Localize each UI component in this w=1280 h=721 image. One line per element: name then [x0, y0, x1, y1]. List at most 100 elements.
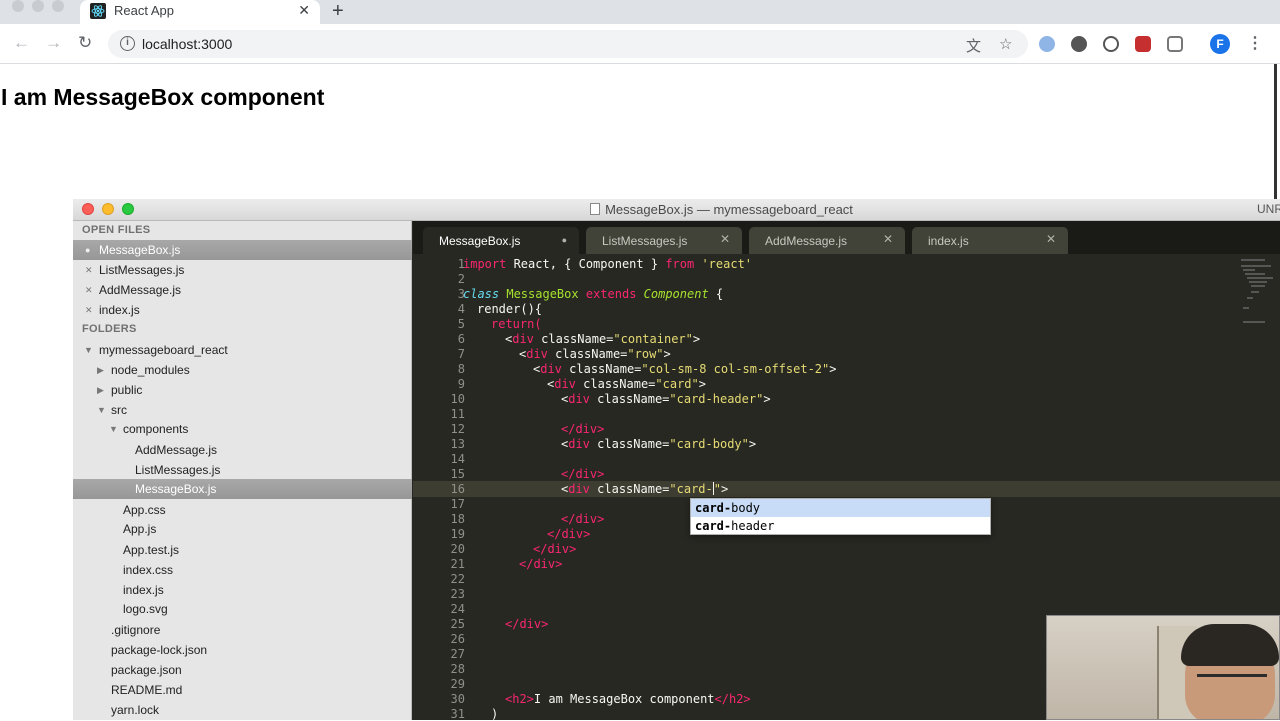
file-item[interactable]: AddMessage.js	[73, 440, 412, 460]
address-bar[interactable]: i localhost:3000 文 ☆	[108, 30, 1028, 58]
code-line-6[interactable]: <div className="container">	[505, 332, 700, 346]
reload-icon[interactable]: ↻	[78, 33, 92, 53]
code-line-9[interactable]: <div className="card">	[547, 377, 706, 391]
code-line-30[interactable]: <h2>I am MessageBox component</h2>	[505, 692, 751, 706]
code-line-8[interactable]: <div className="col-sm-8 col-sm-offset-2…	[533, 362, 836, 376]
file-item-selected[interactable]: MessageBox.js	[73, 479, 412, 499]
webcam-overlay	[1046, 615, 1280, 720]
file-item[interactable]: README.md	[73, 680, 412, 700]
file-item[interactable]: logo.svg	[73, 599, 412, 619]
editor-tab-addmessage[interactable]: AddMessage.js ✕	[749, 227, 905, 254]
translate-icon[interactable]: 文	[966, 35, 981, 56]
tab-close-icon[interactable]: ✕	[720, 232, 730, 246]
code-line-19[interactable]: </div>	[547, 527, 590, 541]
extension-icon[interactable]	[1167, 36, 1183, 52]
browser-tab[interactable]: React App ✕	[80, 0, 320, 24]
bookmark-star-icon[interactable]: ☆	[999, 35, 1012, 53]
autocomplete-item[interactable]: card-header	[691, 517, 990, 535]
code-line-12[interactable]: </div>	[561, 422, 604, 436]
folder-collapsed-icon[interactable]: ▶	[97, 360, 104, 380]
editor-window-title: MessageBox.js — mymessageboard_react	[73, 202, 1280, 217]
folder-item[interactable]: ▼ src	[73, 400, 412, 420]
code-line-10[interactable]: <div className="card-header">	[561, 392, 771, 406]
folder-item[interactable]: ▶ public	[73, 380, 412, 400]
tab-close-icon[interactable]: ✕	[883, 232, 893, 246]
window-close-dot[interactable]	[12, 0, 24, 12]
tab-close-icon[interactable]: ✕	[298, 2, 310, 19]
window-minimize-dot[interactable]	[32, 0, 44, 12]
extension-icon[interactable]	[1039, 36, 1055, 52]
folder-expanded-icon[interactable]: ▼	[109, 419, 118, 439]
modified-dot-icon[interactable]: ●	[562, 235, 567, 245]
close-file-icon[interactable]: ✕	[85, 300, 93, 320]
forward-icon[interactable]: →	[45, 33, 62, 53]
new-tab-button[interactable]: +	[332, 0, 344, 23]
code-line-31[interactable]: )	[491, 707, 498, 721]
close-file-icon[interactable]: ✕	[85, 260, 93, 280]
editor-titlebar[interactable]: MessageBox.js — mymessageboard_react UNR	[73, 199, 1280, 221]
close-file-icon[interactable]: ✕	[85, 280, 93, 300]
file-item[interactable]: package-lock.json	[73, 640, 412, 660]
url-text[interactable]: localhost:3000	[142, 36, 232, 52]
tab-close-icon[interactable]: ✕	[1046, 232, 1056, 246]
file-item[interactable]: App.css	[73, 500, 412, 520]
open-file-item[interactable]: ● MessageBox.js	[73, 240, 412, 260]
file-item[interactable]: index.js	[73, 580, 412, 600]
code-line-16[interactable]: <div className="card-">	[561, 482, 728, 496]
file-item[interactable]: App.js	[73, 519, 412, 539]
folder-expanded-icon[interactable]: ▼	[84, 340, 93, 360]
code-line-15[interactable]: </div>	[561, 467, 604, 481]
extension-icon[interactable]	[1135, 36, 1151, 52]
folder-item[interactable]: ▼ components	[73, 419, 412, 439]
webcam-person-glasses	[1197, 674, 1267, 686]
editor-tab-bar: MessageBox.js ● ListMessages.js ✕ AddMes…	[413, 221, 1280, 254]
code-line-7[interactable]: <div className="row">	[519, 347, 671, 361]
extension-icon[interactable]	[1071, 36, 1087, 52]
folder-expanded-icon[interactable]: ▼	[97, 400, 106, 420]
code-line-18[interactable]: </div>	[561, 512, 604, 526]
react-logo-icon	[90, 3, 106, 19]
open-file-item[interactable]: ✕ index.js	[73, 300, 412, 320]
editor-tab-messagebox[interactable]: MessageBox.js ●	[423, 227, 579, 254]
back-icon[interactable]: ←	[13, 33, 30, 53]
code-line-5[interactable]: return(	[491, 317, 542, 331]
minimap[interactable]	[1233, 257, 1280, 327]
file-item[interactable]: ListMessages.js	[73, 460, 412, 480]
current-line-highlight	[413, 481, 1280, 497]
code-line-20[interactable]: </div>	[533, 542, 576, 556]
code-line-4[interactable]: render(){	[477, 302, 542, 316]
extension-icon[interactable]	[1103, 36, 1119, 52]
browser-menu-icon[interactable]: ⋮	[1247, 33, 1263, 53]
folder-collapsed-icon[interactable]: ▶	[97, 380, 104, 400]
open-file-item[interactable]: ✕ ListMessages.js	[73, 260, 412, 280]
file-item[interactable]: yarn.lock	[73, 700, 412, 720]
webcam-person-hair	[1181, 624, 1279, 666]
page-heading: I am MessageBox component	[1, 84, 325, 110]
browser-tab-strip: React App ✕ +	[0, 0, 1280, 24]
file-item[interactable]: index.css	[73, 560, 412, 580]
code-line-13[interactable]: <div className="card-body">	[561, 437, 756, 451]
browser-toolbar: ← → ↻ i localhost:3000 文 ☆ F ⋮	[0, 24, 1280, 64]
folders-header: FOLDERS	[82, 323, 137, 335]
profile-avatar[interactable]: F	[1210, 34, 1230, 54]
file-item[interactable]: package.json	[73, 660, 412, 680]
folder-item-root[interactable]: ▼ mymessageboard_react	[73, 340, 412, 360]
modified-dot-icon[interactable]: ●	[85, 240, 90, 260]
tab-title: React App	[114, 3, 174, 18]
site-info-icon[interactable]: i	[120, 36, 135, 51]
code-line-21[interactable]: </div>	[519, 557, 562, 571]
editor-sidebar: OPEN FILES ● MessageBox.js ✕ ListMessage…	[73, 221, 412, 720]
file-item[interactable]: .gitignore	[73, 620, 412, 640]
autocomplete-item-selected[interactable]: card-body	[691, 499, 990, 517]
page-scrollbar[interactable]	[1274, 64, 1277, 200]
code-line-1[interactable]: import React, { Component } from 'react'	[463, 257, 752, 271]
unregistered-label: UNR	[1257, 202, 1280, 216]
window-zoom-dot[interactable]	[52, 0, 64, 12]
editor-tab-listmessages[interactable]: ListMessages.js ✕	[586, 227, 742, 254]
code-line-3[interactable]: class MessageBox extends Component {	[463, 287, 723, 301]
editor-tab-index[interactable]: index.js ✕	[912, 227, 1068, 254]
folder-item[interactable]: ▶ node_modules	[73, 360, 412, 380]
code-line-25[interactable]: </div>	[505, 617, 548, 631]
open-file-item[interactable]: ✕ AddMessage.js	[73, 280, 412, 300]
file-item[interactable]: App.test.js	[73, 540, 412, 560]
